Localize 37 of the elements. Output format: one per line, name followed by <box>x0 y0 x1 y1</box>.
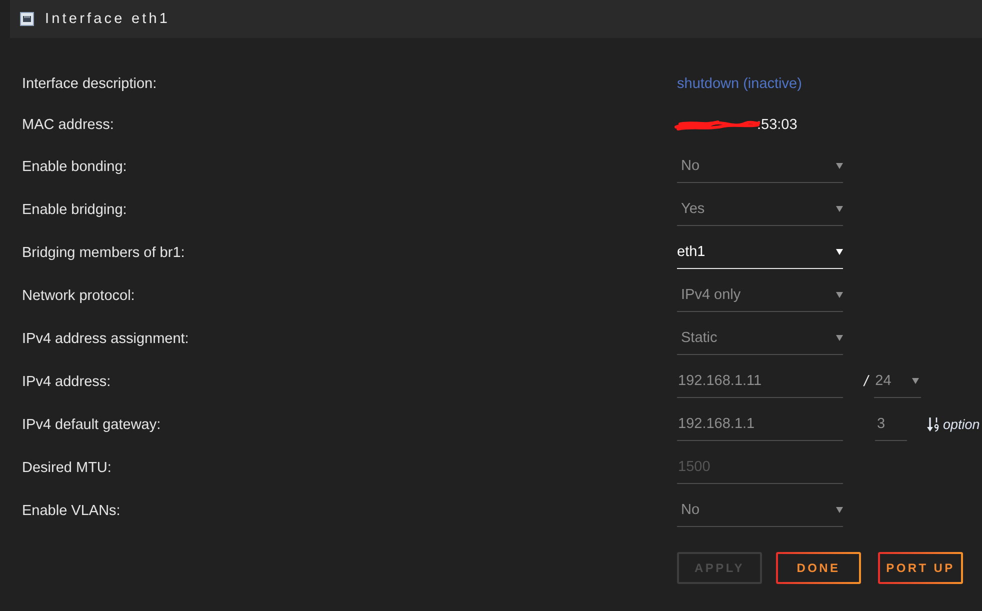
caret-icon <box>836 507 843 513</box>
field-label: Network protocol: <box>22 288 136 304</box>
caret-icon <box>836 292 843 298</box>
prefix-separator: / <box>864 373 868 390</box>
field-label: Enable bonding: <box>22 158 128 174</box>
port-icon <box>20 12 34 26</box>
select-dropdown[interactable]: IPv4 only <box>677 280 843 312</box>
field-label: Enable bridging: <box>22 202 128 218</box>
caret-icon <box>836 206 843 212</box>
caret-icon <box>836 335 843 341</box>
action-button[interactable]: DONE <box>776 552 861 584</box>
gateway-field[interactable]: 192.168.1.1 <box>677 408 843 440</box>
select-dropdown[interactable]: No <box>677 494 843 526</box>
field-label: Enable VLANs: <box>22 502 122 518</box>
field-label: IPv4 default gateway: <box>22 416 162 432</box>
caret-icon <box>912 378 920 384</box>
select-dropdown[interactable]: Static <box>677 322 843 354</box>
mac-address-value: :53:03 <box>757 116 798 132</box>
field-label: IPv4 address: <box>22 374 112 390</box>
panel-title: Interface eth1 <box>45 11 170 27</box>
field-label: Bridging members of br1: <box>22 244 186 260</box>
field-label: Desired MTU: <box>22 460 112 476</box>
select-dropdown[interactable]: Yes <box>677 194 843 226</box>
action-button[interactable]: PORT UP <box>878 552 963 584</box>
description-link[interactable]: shutdown (inactive) <box>677 76 802 92</box>
options-link[interactable]: option <box>943 417 980 432</box>
caret-icon <box>836 249 843 255</box>
select-dropdown[interactable]: No <box>677 150 843 182</box>
field-label: Interface description: <box>22 76 158 92</box>
select-dropdown[interactable]: eth1 <box>677 236 843 268</box>
caret-icon <box>836 163 843 169</box>
field-label: MAC address: <box>22 116 115 132</box>
sort-numeric-icon <box>927 417 939 432</box>
field-label: IPv4 address assignment: <box>22 330 190 346</box>
metric-field[interactable]: 3 <box>875 408 907 440</box>
ip-address-field[interactable]: 192.168.1.11 <box>677 366 843 398</box>
prefix-dropdown[interactable]: 24 <box>874 366 922 398</box>
